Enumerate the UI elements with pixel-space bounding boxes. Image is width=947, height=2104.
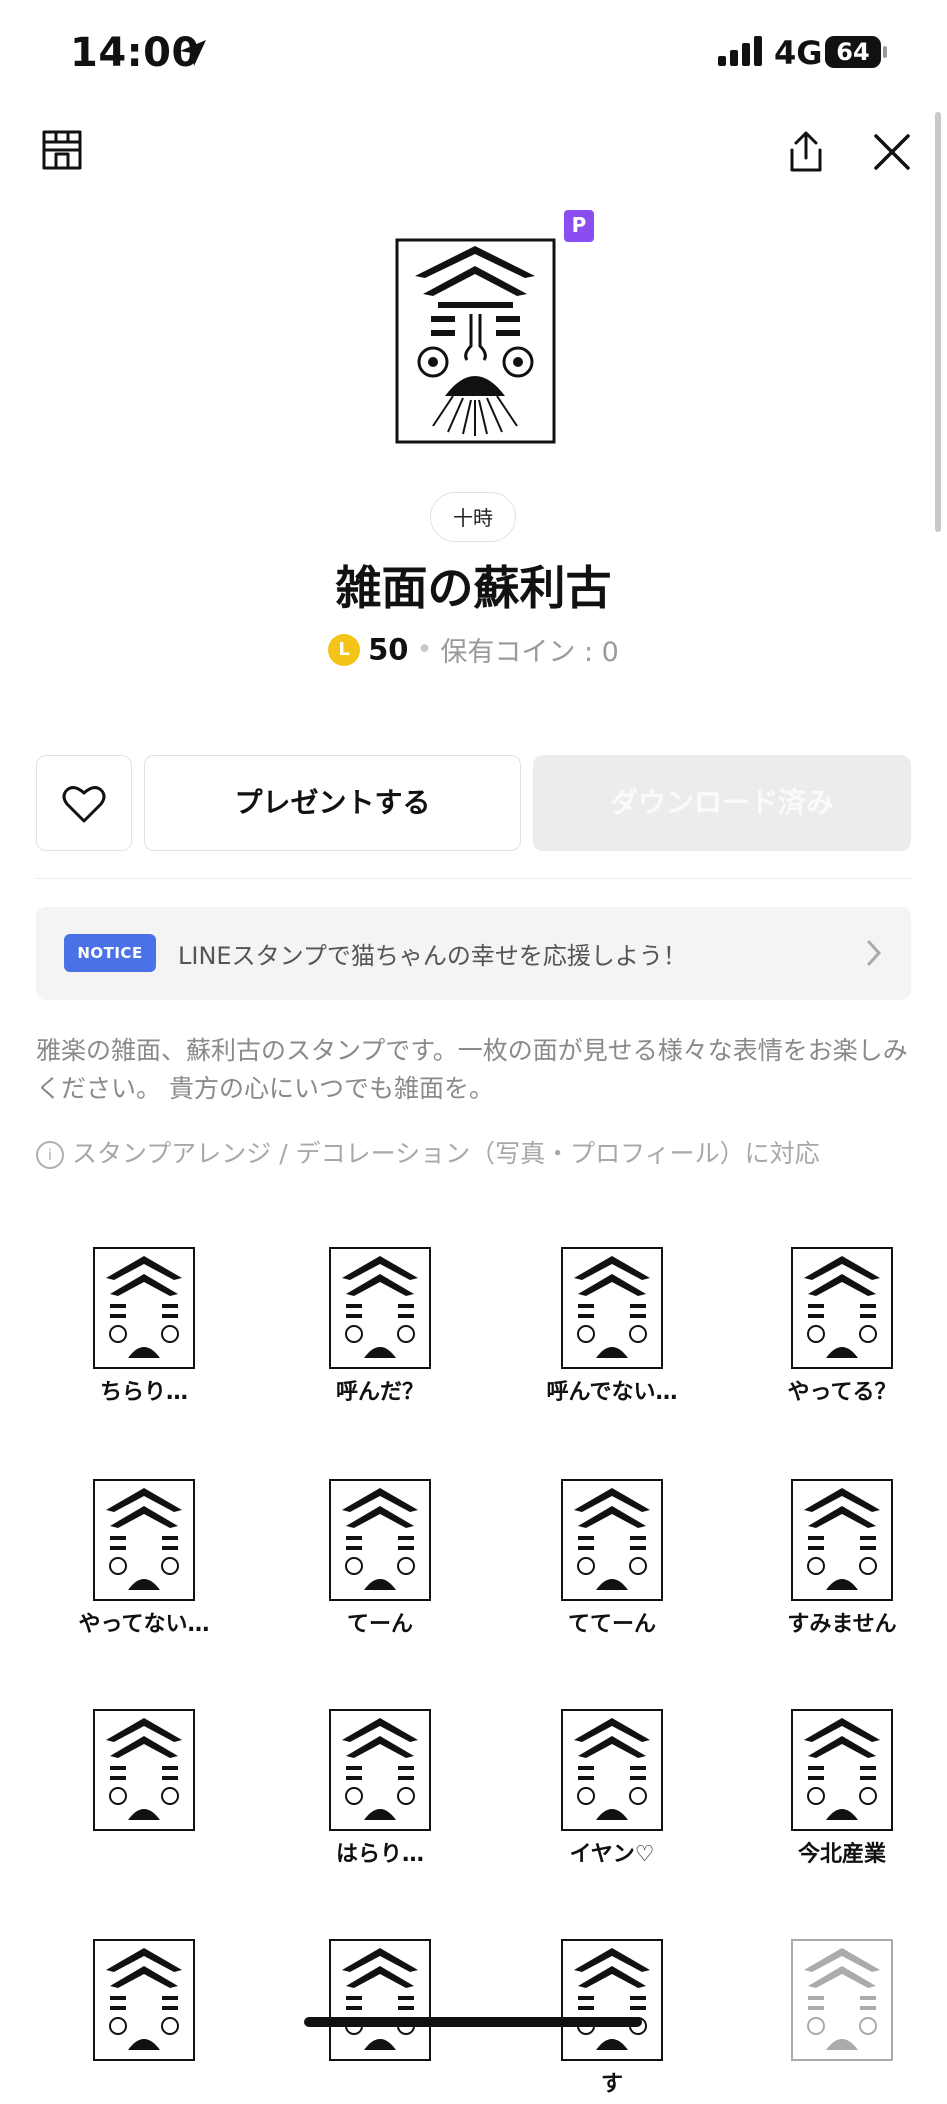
battery-icon: 64	[825, 36, 887, 68]
main-sticker-image	[395, 238, 556, 444]
gift-button[interactable]: プレゼントする	[144, 755, 521, 851]
compatibility-note: i スタンプアレンジ / デコレーション（写真・プロフィール）に対応	[36, 1134, 820, 1170]
sticker-item[interactable]	[44, 1900, 244, 2100]
scrollbar[interactable]	[935, 112, 941, 532]
heart-icon	[62, 786, 106, 823]
sticker-item[interactable]	[280, 1900, 480, 2100]
compatibility-text: スタンプアレンジ / デコレーション（写真・プロフィール）に対応	[72, 1139, 820, 1168]
store-icon[interactable]	[40, 128, 84, 172]
price-row: L 50 • 保有コイン : 0	[0, 630, 947, 669]
separator-dot: •	[416, 634, 433, 665]
sticker-item[interactable]: ちらり…	[44, 1208, 244, 1408]
sticker-item[interactable]: 呼んでない…	[512, 1208, 712, 1408]
sticker-item[interactable]: ててーん	[512, 1440, 712, 1640]
sticker-image	[93, 1939, 195, 2061]
creator-chip[interactable]: 十時	[430, 492, 516, 542]
sticker-caption: てーん	[346, 1612, 413, 1637]
network-type: 4G	[774, 34, 823, 72]
sticker-item[interactable]: イヤン♡	[512, 1670, 712, 1870]
sticker-caption: はらり…	[335, 1842, 424, 1867]
sticker-item[interactable]: 今北産業	[742, 1670, 942, 1870]
sticker-item[interactable]	[44, 1670, 244, 1870]
chevron-right-icon	[867, 940, 882, 966]
home-indicator[interactable]	[304, 2017, 642, 2027]
sticker-image	[791, 1939, 893, 2061]
sticker-item[interactable]: 呼んだ？	[280, 1208, 480, 1408]
sticker-caption: やってる？	[787, 1380, 897, 1405]
sticker-image	[329, 1939, 431, 2061]
close-icon[interactable]	[872, 132, 912, 172]
sticker-item[interactable]: やってる？	[742, 1208, 942, 1408]
sticker-item[interactable]: てーん	[280, 1440, 480, 1640]
download-button[interactable]: ダウンロード済み	[533, 755, 911, 851]
sticker-caption: やってない…	[78, 1612, 210, 1637]
line-coin-icon: L	[328, 633, 361, 666]
favorite-button[interactable]	[36, 755, 132, 851]
battery-level: 64	[836, 38, 870, 66]
divider	[36, 878, 911, 879]
sticker-caption: すみません	[787, 1612, 897, 1637]
description: 雅楽の雑面、蘇利古のスタンプです。一枚の面が見せる様々な表情をお楽しみください。…	[36, 1036, 908, 1103]
location-arrow-icon	[180, 40, 206, 66]
share-icon[interactable]	[786, 130, 826, 174]
notice-badge: NOTICE	[64, 934, 156, 972]
sticker-item[interactable]: やってない…	[44, 1440, 244, 1640]
price: 50	[368, 632, 409, 667]
sticker-item[interactable]: すみません	[742, 1440, 942, 1640]
sticker-caption: 呼んだ？	[335, 1380, 424, 1405]
signal-icon	[718, 36, 762, 66]
sticker-image	[93, 1709, 195, 1831]
sticker-caption: す	[600, 2072, 623, 2097]
sticker-item[interactable]: す	[512, 1900, 712, 2100]
info-icon: i	[36, 1141, 64, 1169]
sticker-caption: 呼んでない…	[546, 1380, 678, 1405]
sticker-caption: ちらり…	[99, 1380, 188, 1405]
sticker-item[interactable]	[742, 1900, 942, 2100]
owned-coins: 保有コイン : 0	[440, 637, 619, 668]
sticker-caption: イヤン♡	[569, 1842, 655, 1867]
product-title: 雑面の蘇利古	[335, 561, 612, 615]
notice-text: LINEスタンプで猫ちゃんの幸せを応援しよう！	[178, 942, 687, 970]
sticker-caption: 今北産業	[797, 1842, 886, 1867]
notice-banner[interactable]: NOTICE LINEスタンプで猫ちゃんの幸せを応援しよう！	[36, 907, 911, 1000]
sticker-item[interactable]: はらり…	[280, 1670, 480, 1870]
sticker-caption: ててーん	[567, 1612, 656, 1637]
premium-badge: P	[564, 210, 594, 242]
